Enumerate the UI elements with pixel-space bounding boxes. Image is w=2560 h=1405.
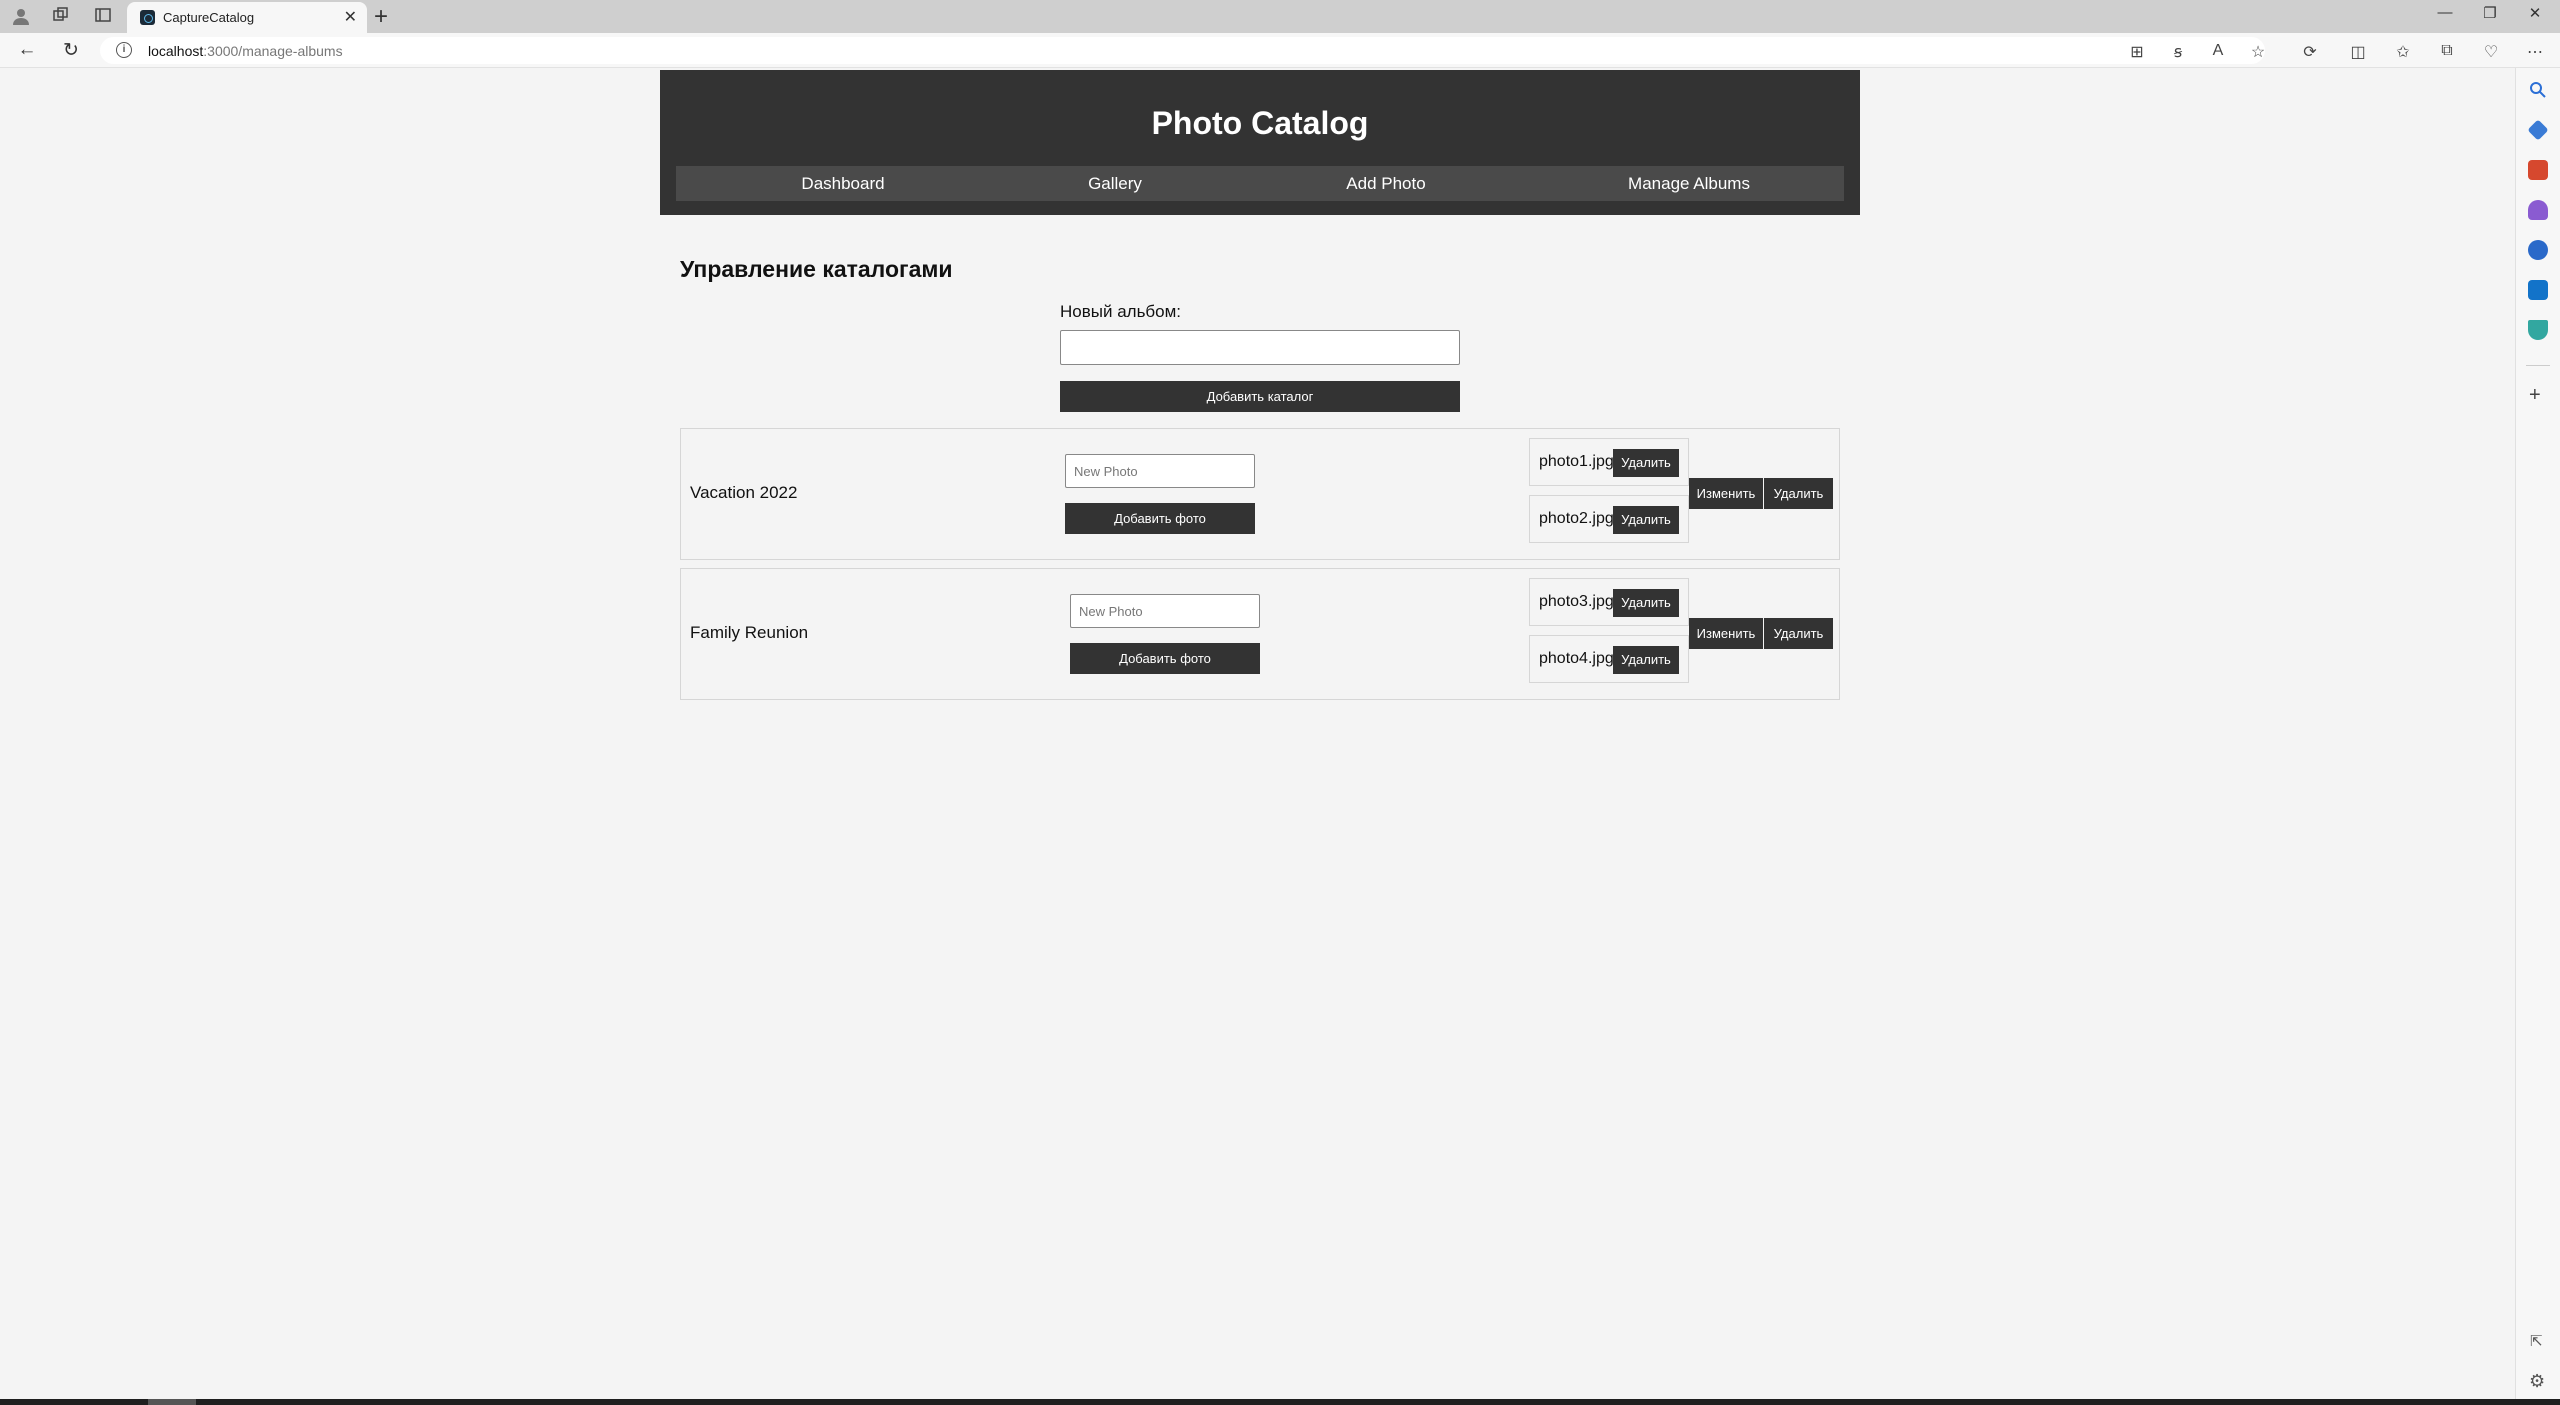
nav-link-gallery[interactable]: Gallery	[1088, 174, 1142, 194]
back-icon[interactable]: ←	[15, 39, 39, 61]
sidebar-divider	[2526, 365, 2550, 366]
open-external-icon[interactable]: ⇱	[2530, 1332, 2543, 1350]
search-icon[interactable]	[2528, 80, 2548, 100]
favorite-star-icon[interactable]: ☆	[2247, 42, 2269, 62]
url-field[interactable]	[100, 37, 2265, 64]
add-sidebar-app-icon[interactable]: +	[2529, 384, 2541, 407]
url-text[interactable]: localhost:3000/manage-albums	[148, 43, 343, 59]
add-photo-button[interactable]: Добавить фото	[1065, 503, 1255, 534]
app-available-icon[interactable]: ⊞	[2126, 42, 2148, 62]
photo-item: photo2.jpg Удалить	[1529, 495, 1689, 543]
new-tab-icon[interactable]: +	[374, 3, 388, 31]
photo-name: photo3.jpg	[1539, 593, 1614, 610]
tab-title: CaptureCatalog	[163, 10, 255, 25]
delete-album-button[interactable]: Удалить	[1764, 478, 1833, 509]
add-photo-button[interactable]: Добавить фото	[1070, 643, 1260, 674]
workspaces-icon[interactable]	[50, 6, 72, 28]
delete-photo-button[interactable]: Удалить	[1613, 589, 1679, 617]
site-title: Photo Catalog	[1151, 105, 1369, 141]
translate-icon[interactable]: ꞩ	[2167, 42, 2189, 62]
tab-favicon-icon	[140, 10, 155, 25]
tab-actions-icon[interactable]	[92, 6, 114, 28]
active-tab[interactable]: CaptureCatalog ✕	[127, 2, 367, 33]
new-album-label: Новый альбом:	[1060, 302, 1182, 321]
photo-item: photo4.jpg Удалить	[1529, 635, 1689, 683]
edit-album-button[interactable]: Изменить	[1689, 478, 1763, 509]
delete-album-button[interactable]: Удалить	[1764, 618, 1833, 649]
address-bar: ← ↻ i localhost:3000/manage-albums ⊞ ꞩ A…	[0, 33, 2560, 68]
read-aloud-icon[interactable]: A	[2207, 42, 2229, 60]
nav-link-add-photo[interactable]: Add Photo	[1346, 174, 1425, 194]
minimize-icon[interactable]: —	[2430, 4, 2460, 21]
add-catalog-button[interactable]: Добавить каталог	[1060, 381, 1460, 412]
drop-icon[interactable]	[2528, 320, 2548, 340]
delete-photo-button[interactable]: Удалить	[1613, 646, 1679, 674]
photo-item: photo1.jpg Удалить	[1529, 438, 1689, 486]
delete-photo-button[interactable]: Удалить	[1613, 506, 1679, 534]
collections-icon[interactable]: ⧉	[2436, 42, 2458, 60]
site-info-icon[interactable]: i	[116, 42, 132, 58]
photo-item: photo3.jpg Удалить	[1529, 578, 1689, 626]
browser-essentials-icon[interactable]: ♡	[2480, 42, 2502, 62]
outlook-icon[interactable]	[2528, 280, 2548, 300]
extensions-icon[interactable]: ⟳	[2299, 42, 2321, 62]
album-name: Vacation 2022	[690, 483, 798, 502]
profile-icon[interactable]	[10, 6, 32, 28]
new-photo-input[interactable]	[1065, 454, 1255, 488]
new-album-input[interactable]	[1060, 330, 1460, 365]
site-header: Photo Catalog Dashboard Gallery Add Phot…	[660, 70, 1860, 215]
photo-name: photo4.jpg	[1539, 650, 1614, 667]
album-card: Family Reunion Добавить фото photo3.jpg …	[680, 568, 1840, 700]
tools-icon[interactable]	[2528, 160, 2548, 180]
games-icon[interactable]	[2528, 200, 2548, 220]
photo-name: photo1.jpg	[1539, 453, 1614, 470]
refresh-icon[interactable]: ↻	[59, 39, 83, 62]
taskbar-strip	[0, 1399, 2560, 1405]
nav-link-dashboard[interactable]: Dashboard	[801, 174, 884, 194]
split-screen-icon[interactable]: ◫	[2347, 42, 2369, 62]
main-nav: Dashboard Gallery Add Photo Manage Album…	[676, 166, 1844, 201]
page-title: Управление каталогами	[680, 256, 953, 282]
edit-album-button[interactable]: Изменить	[1689, 618, 1763, 649]
favorites-icon[interactable]: ✩	[2392, 42, 2414, 62]
nav-link-manage-albums[interactable]: Manage Albums	[1628, 174, 1750, 194]
restore-icon[interactable]: ❐	[2475, 4, 2505, 22]
album-card: Vacation 2022 Добавить фото photo1.jpg У…	[680, 428, 1840, 560]
shopping-tag-icon[interactable]	[2527, 119, 2549, 141]
sidebar-settings-icon[interactable]: ⚙	[2529, 1371, 2545, 1392]
photo-name: photo2.jpg	[1539, 510, 1614, 527]
more-menu-icon[interactable]: ⋯	[2524, 42, 2546, 62]
browser-tab-bar: CaptureCatalog ✕ + — ❐ ✕	[0, 0, 2560, 33]
delete-photo-button[interactable]: Удалить	[1613, 449, 1679, 477]
album-name: Family Reunion	[690, 623, 809, 642]
new-photo-input[interactable]	[1070, 594, 1260, 628]
tab-close-icon[interactable]: ✕	[344, 7, 357, 27]
copilot-icon[interactable]	[2528, 240, 2548, 260]
window-close-icon[interactable]: ✕	[2520, 4, 2550, 22]
edge-sidebar: + ⇱ ⚙	[2515, 68, 2560, 1399]
